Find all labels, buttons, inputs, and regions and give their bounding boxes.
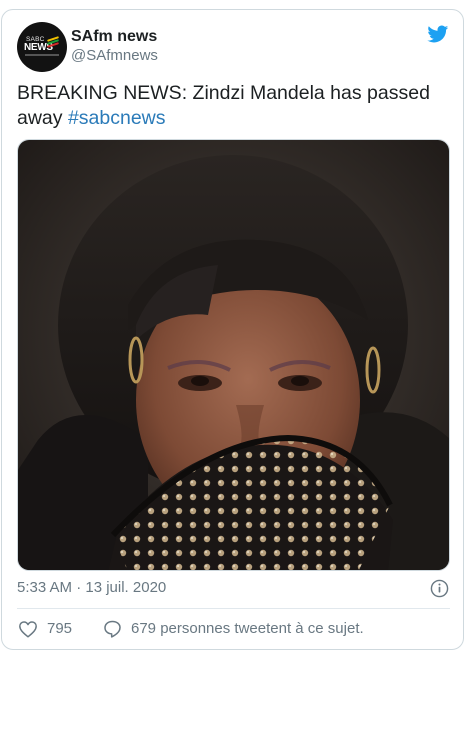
speech-bubble-icon[interactable] [102,619,123,639]
like-count[interactable]: 795 [47,620,72,638]
heart-icon[interactable] [18,620,38,638]
avatar-tagline-bar [25,54,59,56]
divider [17,608,450,609]
info-icon[interactable] [430,579,449,598]
hashtag-link[interactable]: #sabcnews [68,107,166,129]
tweet-timestamp[interactable]: 5:33 AM · 13 juil. 2020 [17,579,166,597]
twitter-bird-icon[interactable] [425,23,450,45]
avatar[interactable]: SABC NEWS [17,22,67,72]
tweet-text: BREAKING NEWS: Zindzi Mandela has passed… [17,81,457,131]
portrait-image [18,140,449,570]
tweet-card: SABC NEWS SAfm news @SAfmnews BREAKING N… [1,9,464,650]
tweet-photo[interactable] [17,139,450,571]
author-display-name[interactable]: SAfm news [71,27,157,46]
author-handle[interactable]: @SAfmnews [71,47,158,65]
people-tweeting-link[interactable]: 679 personnes tweetent à ce sujet. [131,620,364,638]
